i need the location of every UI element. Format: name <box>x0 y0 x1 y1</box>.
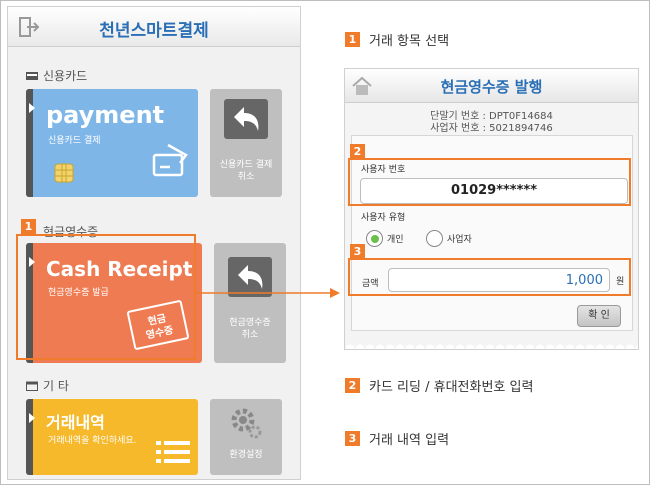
step-2-text: 카드 리딩 / 휴대전화번호 입력 <box>369 380 534 395</box>
chip-icon <box>54 163 74 183</box>
credit-cancel-tile[interactable]: 신용카드 결제 취소 <box>210 89 282 197</box>
credit-cancel-line1: 신용카드 결제 <box>219 160 273 170</box>
user-number-highlight <box>348 158 631 206</box>
payment-tile[interactable]: payment 신용카드 결제 <box>26 89 198 197</box>
arrow-connector <box>196 288 340 298</box>
step-1-number: 1 <box>345 32 360 47</box>
section-etc: 기 타 <box>26 377 69 394</box>
radio-personal[interactable]: 개인 <box>366 230 404 247</box>
torn-edge <box>345 339 638 349</box>
step1-badge: 1 <box>21 219 36 234</box>
step-1-text: 거래 항목 선택 <box>369 34 450 49</box>
step-3: 3 거래 내역 입력 <box>345 429 449 448</box>
settings-tile[interactable]: 환경설정 <box>210 399 282 475</box>
section-credit-card: 신용카드 <box>26 67 87 84</box>
cash-receipt-screen: 현금영수증 발행 단말기 번호 : DPT0F14684 사업자 번호 : 50… <box>344 68 639 350</box>
calendar-icon <box>26 381 38 391</box>
radio-business-indicator <box>426 230 443 247</box>
card-swipe-icon <box>152 143 188 177</box>
step-2-number: 2 <box>345 378 360 393</box>
business-number: 사업자 번호 : 5021894746 <box>430 123 553 134</box>
step-3-text: 거래 내역 입력 <box>369 433 450 448</box>
gear-icon <box>231 408 262 439</box>
step2-badge: 2 <box>350 144 365 159</box>
step-2: 2 카드 리딩 / 휴대전화번호 입력 <box>345 376 533 395</box>
cash-cancel-line1: 현금영수증 <box>229 318 271 328</box>
user-type-label: 사용자 유형 <box>361 213 406 223</box>
radio-business-label: 사업자 <box>447 235 472 245</box>
card-icon <box>26 71 38 80</box>
history-tile[interactable]: 거래내역 거래내역을 확인하세요. <box>26 399 198 475</box>
radio-personal-label: 개인 <box>387 235 404 245</box>
list-icon <box>156 441 190 463</box>
confirm-button[interactable]: 확 인 <box>577 305 621 327</box>
settings-label: 환경설정 <box>229 450 263 460</box>
step3-badge: 3 <box>350 244 365 259</box>
history-title: 거래내역 <box>46 413 105 432</box>
cash-cancel-line2: 취소 <box>241 330 259 340</box>
payment-title: payment <box>46 101 165 129</box>
payment-subtitle: 신용카드 결제 <box>48 136 101 146</box>
cash-cancel-tile[interactable]: 현금영수증 취소 <box>214 243 286 363</box>
cash-receipt-highlight <box>16 234 196 360</box>
app-header: 천년스마트결제 <box>8 7 300 47</box>
credit-cancel-line2: 취소 <box>237 172 255 182</box>
radio-business[interactable]: 사업자 <box>426 230 472 247</box>
amount-highlight <box>348 258 631 296</box>
radio-personal-indicator <box>366 230 383 247</box>
section-credit-label: 신용카드 <box>43 69 88 83</box>
app-title: 천년스마트결제 <box>99 21 209 41</box>
section-etc-label: 기 타 <box>43 379 69 393</box>
step-1: 1 거래 항목 선택 <box>345 30 449 49</box>
history-subtitle: 거래내역을 확인하세요. <box>48 436 137 446</box>
receipt-header: 현금영수증 발행 <box>345 69 638 103</box>
back-arrow-icon <box>224 99 268 139</box>
receipt-title: 현금영수증 발행 <box>440 78 543 96</box>
step-3-number: 3 <box>345 431 360 446</box>
